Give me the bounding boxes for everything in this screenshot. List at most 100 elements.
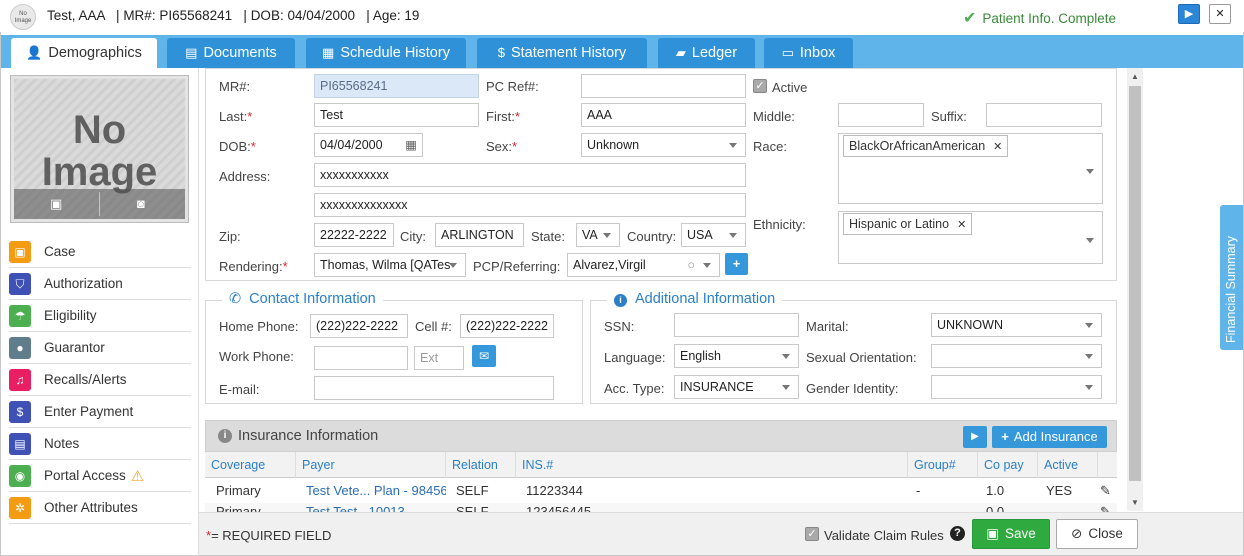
last-name-field[interactable]: Test <box>314 103 479 127</box>
tab-ledger[interactable]: ▰ Ledger <box>658 38 755 68</box>
language-select[interactable]: English <box>674 344 799 368</box>
scroll-down-icon[interactable]: ▼ <box>1131 498 1139 507</box>
sidebar-item-eligibility[interactable]: ☂ Eligibility <box>9 300 191 332</box>
close-window-button[interactable]: ✕ <box>1209 4 1231 24</box>
vertical-scrollbar[interactable]: ▲ ▼ <box>1127 68 1143 511</box>
city-field[interactable]: ARLINGTON <box>435 223 524 247</box>
table-row[interactable]: Primary Test Vete... Plan - 98456 SELF 1… <box>205 479 1117 503</box>
gender-select[interactable] <box>931 375 1102 399</box>
help-icon[interactable]: ? <box>950 526 965 541</box>
rendering-select[interactable]: Thomas, Wilma [QATes <box>314 253 466 277</box>
save-button[interactable]: ▣ Save <box>972 519 1050 549</box>
sidebar-item-label: Case <box>44 244 76 259</box>
column-header[interactable]: Group# <box>908 452 978 478</box>
label-text: DOB: <box>219 139 251 154</box>
column-header[interactable]: Active <box>1038 452 1098 478</box>
image-icon[interactable]: ▣ <box>50 196 62 212</box>
close-button[interactable]: ⊘ Close <box>1056 519 1138 549</box>
column-header[interactable]: Coverage <box>205 452 296 478</box>
sidebar-item-label: Recalls/Alerts <box>44 372 127 387</box>
status-text: Patient Info. Complete <box>982 11 1116 26</box>
chat-icon[interactable]: ✉ <box>472 345 496 367</box>
work-phone-field[interactable] <box>314 346 408 370</box>
patient-photo[interactable]: No Image ▣ ◙ <box>11 76 188 222</box>
check-icon: ✔ <box>963 10 977 27</box>
sidebar-item-label: Notes <box>44 436 80 451</box>
inbox-icon: ▭ <box>781 45 794 60</box>
sidebar-item-case[interactable]: ▣ Case <box>9 236 191 268</box>
ins-number-cell: 123456445 <box>526 504 592 512</box>
edit-icon[interactable]: ✎ <box>1100 503 1111 512</box>
payer-link[interactable]: Test Test - 10013 <box>306 503 446 512</box>
patient-name: Test, AAA <box>47 8 105 23</box>
active-cell: YES <box>1046 483 1073 498</box>
legend-text: Contact Information <box>249 291 376 307</box>
middle-name-field[interactable] <box>838 103 924 127</box>
race-label: Race: <box>753 139 787 154</box>
tab-demographics[interactable]: 👤 Demographics <box>11 38 157 68</box>
tab-statement-history[interactable]: $ Statement History <box>477 38 647 68</box>
country-select[interactable]: USA <box>681 223 746 247</box>
marital-select[interactable]: UNKNOWN <box>931 313 1102 337</box>
validate-claim-checkbox[interactable]: ✓ <box>805 527 819 541</box>
acctype-select[interactable]: INSURANCE <box>674 375 799 399</box>
mr-field[interactable]: PI65568241 <box>314 74 479 98</box>
remove-tag-icon[interactable]: ✕ <box>957 219 966 231</box>
bell-icon: ♫ <box>9 368 31 391</box>
tab-documents[interactable]: ▤ Documents <box>167 38 295 68</box>
clear-icon[interactable]: ○ <box>687 254 695 276</box>
home-phone-field[interactable]: (222)222-2222 <box>310 314 408 338</box>
sidebar-item-notes[interactable]: ▤ Notes <box>9 428 191 460</box>
pcp-select[interactable]: Alvarez,Virgil ○ <box>567 253 720 277</box>
active-checkbox[interactable]: ✓ <box>753 79 767 93</box>
state-select[interactable]: VA <box>576 223 620 247</box>
sex-select[interactable]: Unknown <box>581 133 746 157</box>
shield-icon: ⛉ <box>9 272 31 295</box>
column-header[interactable]: Relation <box>446 452 516 478</box>
suffix-label: Suffix: <box>931 109 967 124</box>
label-text: Sex: <box>486 139 513 154</box>
play-button[interactable]: ▶ <box>1178 4 1200 24</box>
cell-phone-field[interactable]: (222)222-2222 <box>460 314 554 338</box>
column-header[interactable]: INS.# <box>516 452 908 478</box>
sidebar-item-portal-access[interactable]: ◉ Portal Access ⚠ <box>9 460 191 492</box>
edit-icon[interactable]: ✎ <box>1100 479 1111 503</box>
orientation-select[interactable] <box>931 344 1102 368</box>
financial-summary-tab[interactable]: Financial Summary <box>1220 205 1243 350</box>
camera-icon[interactable]: ◙ <box>137 196 145 211</box>
add-insurance-button[interactable]: + Add Insurance <box>992 426 1107 448</box>
additional-section-title: i Additional Information <box>607 291 783 307</box>
age-value: 19 <box>404 8 420 23</box>
sidebar-item-authorization[interactable]: ⛉ Authorization <box>9 268 191 300</box>
first-name-field[interactable]: AAA <box>581 103 746 127</box>
table-row[interactable]: Primary Test Test - 10013 SELF 123456445… <box>205 503 1117 512</box>
button-label: Save <box>1004 526 1036 541</box>
payer-link[interactable]: Test Vete... Plan - 98456 <box>306 479 446 503</box>
cancel-icon: ⊘ <box>1071 526 1083 541</box>
pcref-field[interactable] <box>581 74 746 98</box>
tab-inbox[interactable]: ▭ Inbox <box>764 38 853 68</box>
note-icon: ▤ <box>9 432 31 455</box>
sidebar-item-guarantor[interactable]: ● Guarantor <box>9 332 191 364</box>
sidebar-item-enter-payment[interactable]: $ Enter Payment <box>9 396 191 428</box>
scroll-up-icon[interactable]: ▲ <box>1131 72 1139 81</box>
suffix-field[interactable] <box>986 103 1102 127</box>
add-referring-button[interactable]: + <box>725 253 748 275</box>
remove-tag-icon[interactable]: ✕ <box>993 141 1002 153</box>
column-header[interactable]: Payer <box>296 452 446 478</box>
calendar-icon[interactable]: ▦ <box>405 134 417 156</box>
address-line2-field[interactable]: xxxxxxxxxxxxxx <box>314 193 746 217</box>
ssn-field[interactable] <box>674 313 799 337</box>
sidebar-item-other-attributes[interactable]: ✲ Other Attributes <box>9 492 191 524</box>
sidebar-item-recalls-alerts[interactable]: ♫ Recalls/Alerts <box>9 364 191 396</box>
address-line1-field[interactable]: xxxxxxxxxxx <box>314 163 746 187</box>
email-field[interactable] <box>314 376 554 400</box>
tab-schedule-history[interactable]: ▦ Schedule History <box>306 38 466 68</box>
dob-field[interactable]: 04/04/2000 ▦ <box>314 133 423 157</box>
column-header[interactable]: Co pay <box>978 452 1038 478</box>
zip-field[interactable]: 22222-2222 <box>314 223 394 247</box>
play-button[interactable]: ▶ <box>963 426 987 448</box>
ext-field[interactable]: Ext <box>414 346 464 370</box>
scrollbar-thumb[interactable] <box>1129 86 1141 481</box>
acctype-label: Acc. Type: <box>604 381 665 396</box>
